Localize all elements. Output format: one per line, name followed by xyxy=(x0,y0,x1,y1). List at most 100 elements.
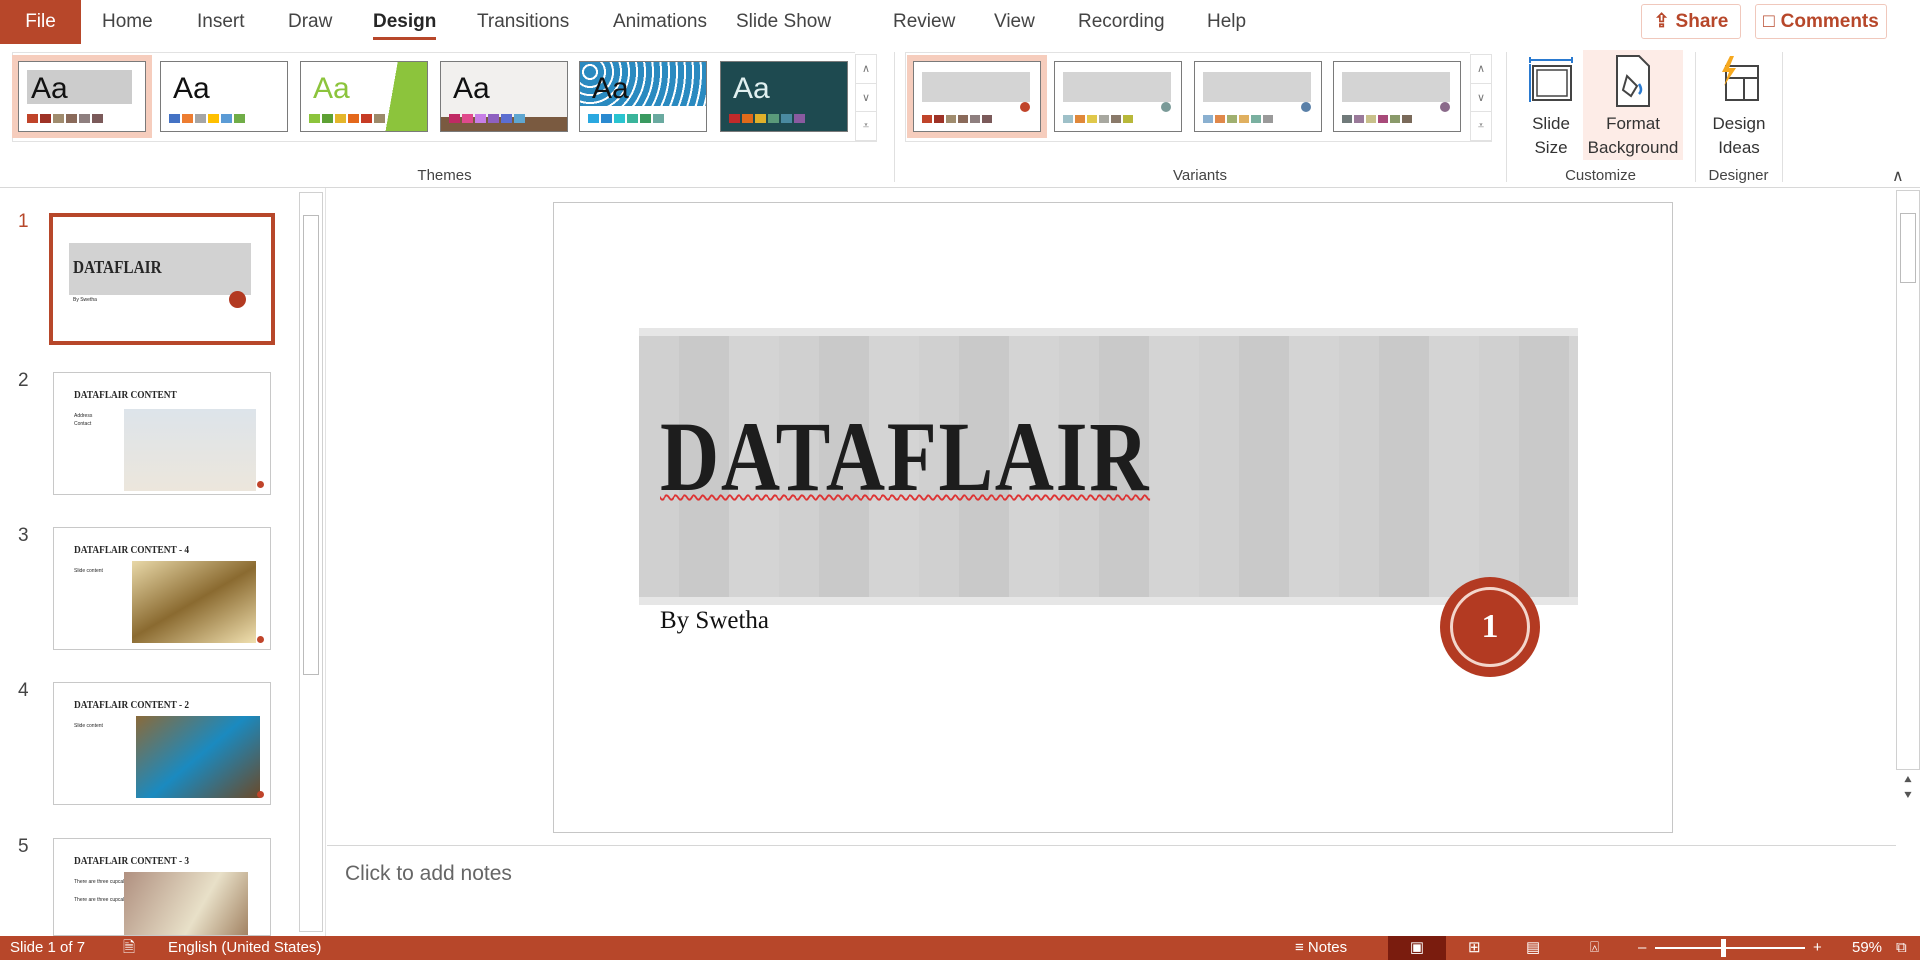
share-icon: ⇪ xyxy=(1653,11,1670,32)
themes-scroll[interactable]: ∧ ∨ ⩡ xyxy=(855,54,877,142)
thumbnail-scrollbar[interactable] xyxy=(299,192,323,932)
slide-number: 5 xyxy=(18,836,29,857)
theme-option[interactable]: Aa xyxy=(720,61,848,132)
slide-thumbnail[interactable]: DATAFLAIR CONTENT Address Contact xyxy=(53,372,271,495)
color-swatch xyxy=(66,114,77,123)
color-swatch xyxy=(1215,115,1225,123)
color-swatch xyxy=(1239,115,1249,123)
color-swatch xyxy=(640,114,651,123)
slide-size-button[interactable]: Slide Size xyxy=(1520,50,1582,160)
more-icon[interactable]: ⩡ xyxy=(856,112,876,142)
slide-subtitle[interactable]: By Swetha xyxy=(660,607,769,635)
scroll-up-icon[interactable]: ∧ xyxy=(1471,55,1491,84)
variant-option[interactable] xyxy=(1194,61,1322,132)
zoom-in-button[interactable]: + xyxy=(1813,936,1822,960)
color-swatch xyxy=(182,114,193,123)
notes-button[interactable]: ≡ Notes xyxy=(1295,936,1347,960)
theme-option[interactable]: Aa xyxy=(579,61,707,132)
color-swatch xyxy=(374,114,385,123)
zoom-out-button[interactable]: – xyxy=(1638,936,1646,960)
tab-design[interactable]: Design xyxy=(373,0,437,44)
color-swatch xyxy=(309,114,320,123)
variants-scroll[interactable]: ∧ ∨ ⩡ xyxy=(1470,54,1492,142)
color-swatch xyxy=(221,114,232,123)
color-swatch xyxy=(195,114,206,123)
tab-slide-show[interactable]: Slide Show xyxy=(736,0,831,44)
more-icon[interactable]: ⩡ xyxy=(1471,112,1491,142)
current-slide[interactable]: DATAFLAIR By Swetha 1 xyxy=(553,202,1673,833)
tab-home[interactable]: Home xyxy=(102,0,153,44)
notes-pane[interactable]: Click to add notes xyxy=(327,845,1896,936)
tab-recording[interactable]: Recording xyxy=(1078,0,1165,44)
slide-number-seal: 1 xyxy=(1440,577,1540,677)
slide-thumbnail[interactable]: DATAFLAIR CONTENT - 3 There are three cup… xyxy=(53,838,271,936)
scrollbar-thumb[interactable] xyxy=(303,215,319,675)
language-indicator[interactable]: English (United States) xyxy=(168,936,321,960)
slide-sorter-icon[interactable]: ⊞ xyxy=(1468,936,1481,960)
color-swatch xyxy=(92,114,103,123)
slide-number: 3 xyxy=(18,525,29,546)
color-swatch xyxy=(1227,115,1237,123)
zoom-slider-handle[interactable] xyxy=(1720,939,1726,957)
scrollbar-thumb[interactable] xyxy=(1900,213,1916,283)
collapse-ribbon-icon[interactable]: ∧ xyxy=(1892,166,1904,186)
zoom-slider[interactable] xyxy=(1655,939,1805,957)
color-swatch xyxy=(348,114,359,123)
scroll-up-icon[interactable]: ∧ xyxy=(856,55,876,84)
theme-option[interactable]: Aa xyxy=(160,61,288,132)
tab-view[interactable]: View xyxy=(994,0,1035,44)
slide-thumbnail[interactable]: DATAFLAIR CONTENT - 4 Slide content xyxy=(53,527,271,650)
theme-option[interactable]: Aa xyxy=(440,61,568,132)
format-background-icon xyxy=(1616,55,1650,107)
scroll-down-icon[interactable]: ∨ xyxy=(856,84,876,113)
design-ideas-button[interactable]: Design Ideas xyxy=(1704,50,1774,160)
slide-show-icon[interactable]: ⍓ xyxy=(1590,936,1599,960)
slide-title[interactable]: DATAFLAIR xyxy=(660,399,1150,514)
tab-file[interactable]: File xyxy=(0,0,81,44)
normal-view-icon[interactable]: ▣ xyxy=(1388,936,1446,960)
slide-image xyxy=(132,561,256,643)
slide-thumbnail[interactable]: DATAFLAIR By Swetha xyxy=(49,213,275,345)
color-swatch xyxy=(475,114,486,123)
status-bar: Slide 1 of 7 🗎 English (United States) ≡… xyxy=(0,936,1920,960)
color-swatch xyxy=(335,114,346,123)
slide-size-icon xyxy=(1529,57,1573,102)
format-background-button[interactable]: Format Background xyxy=(1583,50,1683,160)
spellcheck-icon[interactable]: 🗎 xyxy=(123,936,135,960)
theme-option[interactable]: Aa xyxy=(12,55,152,138)
color-swatch xyxy=(781,114,792,123)
color-swatch xyxy=(501,114,512,123)
scroll-down-icon[interactable]: ∨ xyxy=(1471,84,1491,113)
tab-animations[interactable]: Animations xyxy=(613,0,707,44)
color-swatch xyxy=(588,114,599,123)
share-button[interactable]: ⇪ Share xyxy=(1641,4,1741,39)
tab-transitions[interactable]: Transitions xyxy=(477,0,569,44)
slide-image xyxy=(124,872,248,935)
tab-draw[interactable]: Draw xyxy=(288,0,332,44)
slide-number: 4 xyxy=(18,680,29,701)
slide-thumbnail[interactable]: DATAFLAIR CONTENT - 2 Slide content xyxy=(53,682,271,805)
variant-option[interactable] xyxy=(1054,61,1182,132)
themes-group-label: Themes xyxy=(417,167,472,184)
color-swatch xyxy=(653,114,664,123)
comments-button[interactable]: □ Comments xyxy=(1755,4,1887,39)
color-swatch xyxy=(27,114,38,123)
editor-scrollbar[interactable] xyxy=(1896,190,1920,770)
tab-insert[interactable]: Insert xyxy=(197,0,245,44)
zoom-level[interactable]: 59% xyxy=(1852,936,1882,960)
color-swatch xyxy=(934,115,944,123)
color-swatch xyxy=(1203,115,1213,123)
variant-option[interactable] xyxy=(1333,61,1461,132)
reading-view-icon[interactable]: ▤ xyxy=(1526,936,1540,960)
fit-to-window-icon[interactable]: ⧉ xyxy=(1896,936,1907,960)
prev-next-slide-buttons[interactable]: ⯅ ⯆ xyxy=(1898,772,1918,804)
tab-review[interactable]: Review xyxy=(893,0,955,44)
design-ideas-icon xyxy=(1722,56,1759,101)
designer-group-label: Designer xyxy=(1708,167,1769,184)
tab-help[interactable]: Help xyxy=(1207,0,1246,44)
variant-option[interactable] xyxy=(907,55,1047,138)
color-swatch xyxy=(1087,115,1097,123)
theme-option[interactable]: Aa xyxy=(300,61,428,132)
color-swatch xyxy=(958,115,968,123)
color-swatch xyxy=(169,114,180,123)
